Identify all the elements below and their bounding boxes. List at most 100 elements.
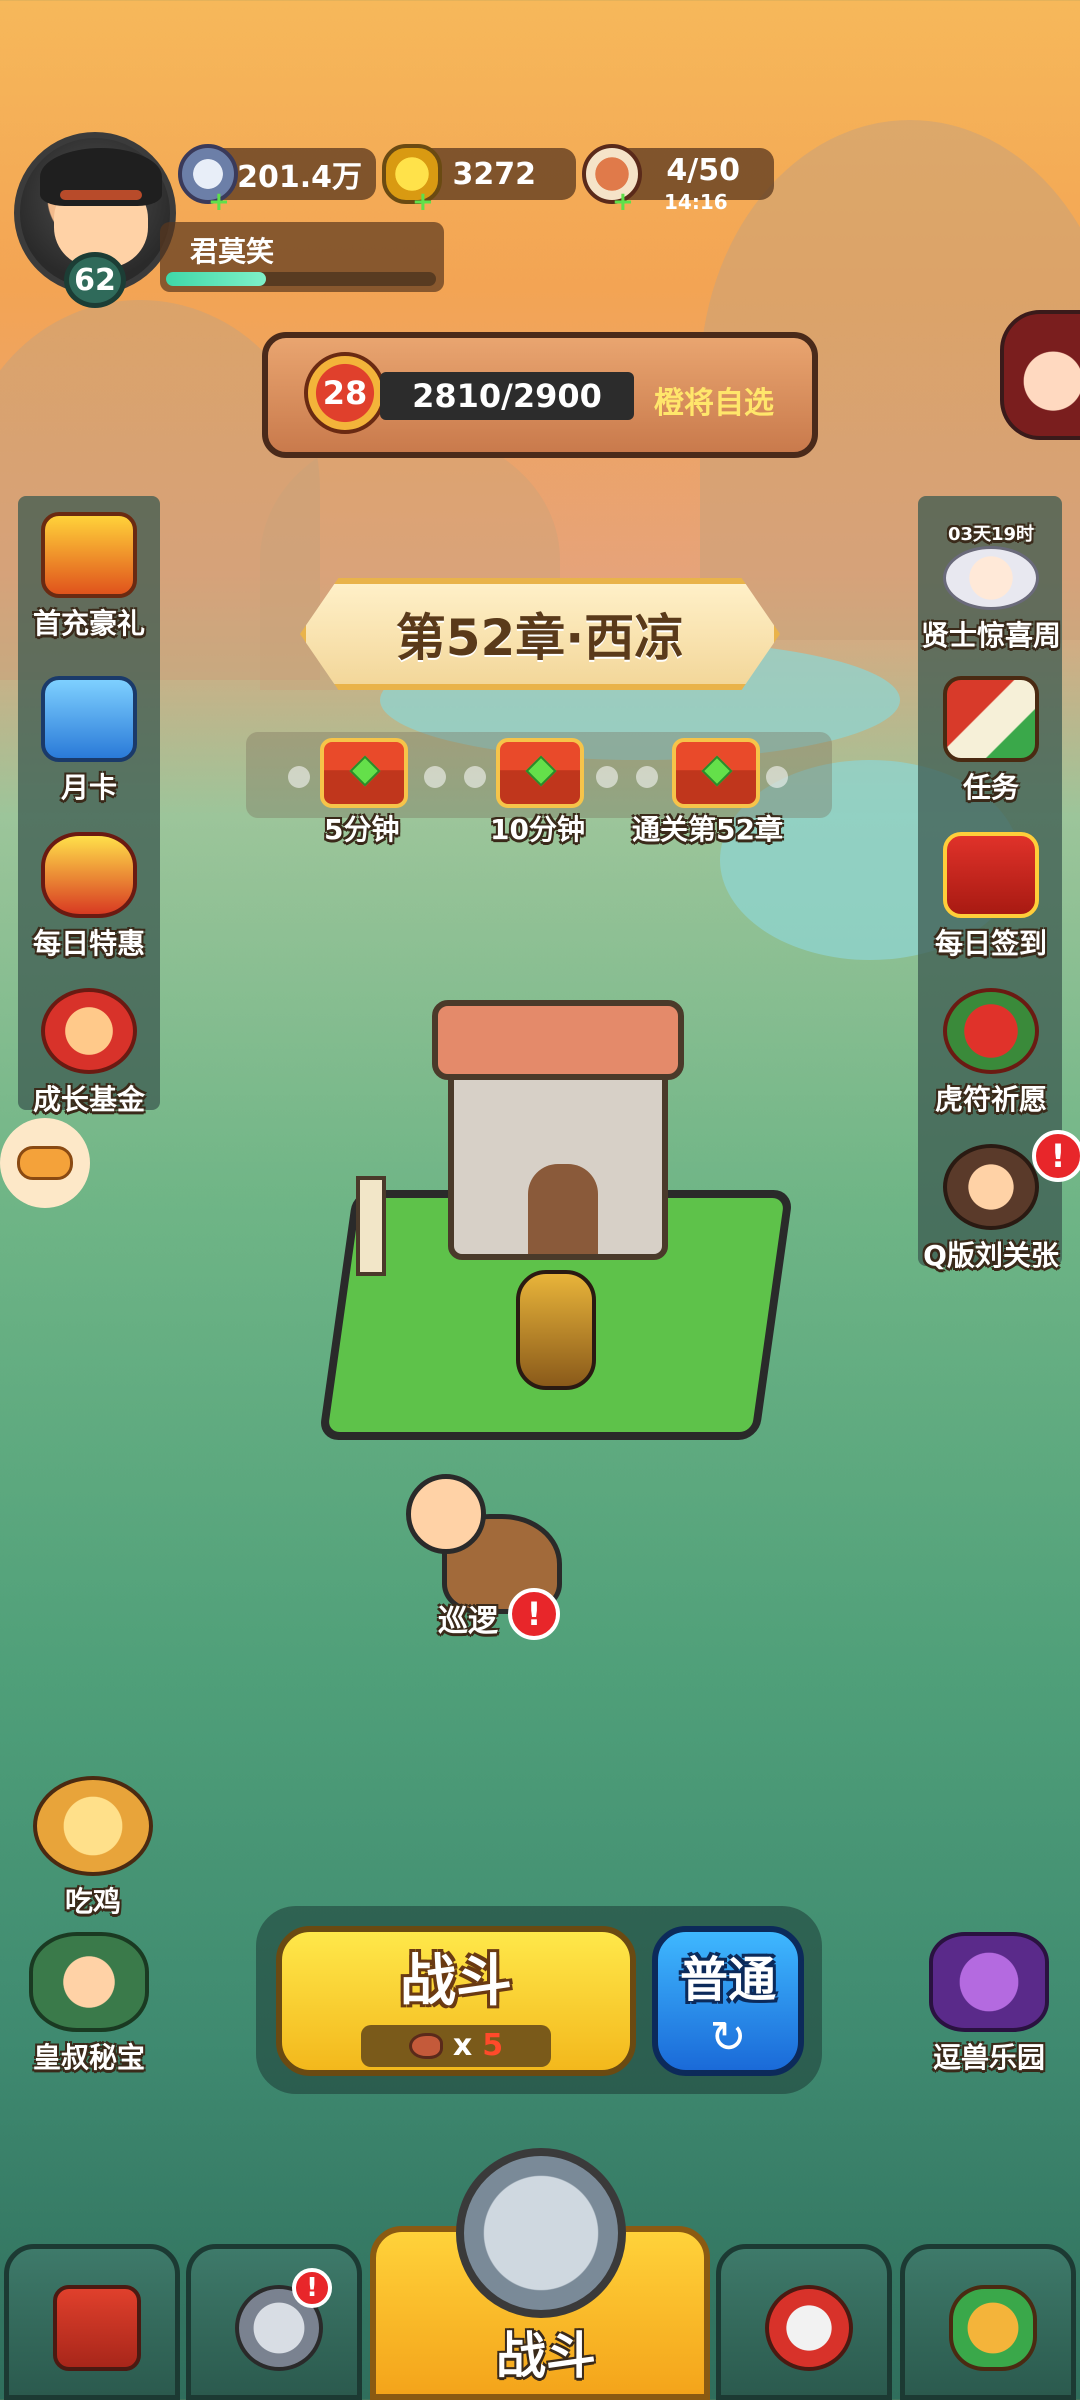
menu-sage-week-label: 贤士惊喜周 (920, 619, 1061, 652)
silver-amount: 1201.4万 (216, 160, 362, 195)
nav-tab-horn[interactable] (716, 2244, 892, 2400)
xp-bar (166, 272, 436, 286)
menu-uncle-treasure[interactable]: 皇叔秘宝 (14, 1932, 164, 2076)
nav-battle-label: 战斗 (496, 2327, 596, 2385)
menu-q-heroes-label: Q版刘关张 (923, 1239, 1059, 1272)
add-gold-icon[interactable]: + (412, 189, 434, 215)
xp-bar-fill (166, 272, 266, 286)
fight-button-label: 战斗 (400, 1948, 512, 2014)
level-medal-number: 28 (322, 374, 368, 412)
heroes-alert-badge: ! (292, 2268, 332, 2308)
patrol-alert-badge: ! (508, 1588, 560, 1640)
menu-monthly-card[interactable]: 月卡 (14, 676, 164, 806)
menu-chicken[interactable]: 吃鸡 (18, 1776, 168, 1920)
nav-tab-upgrade[interactable] (900, 2244, 1076, 2400)
add-silver-icon[interactable]: + (208, 189, 230, 215)
nav-tab-heroes[interactable] (186, 2244, 362, 2400)
track-dot (596, 766, 618, 788)
fist-upgrade-icon (949, 2285, 1037, 2371)
gift-bag-icon (41, 832, 137, 918)
chest-label-3: 通关第52章 (632, 813, 783, 846)
chest-label-2: 10分钟 (490, 813, 585, 846)
track-dot (636, 766, 658, 788)
silver-resource[interactable]: + 1201.4万 (178, 144, 376, 215)
fight-cost: x 5 (361, 2024, 551, 2067)
player-level-badge: 62 (64, 252, 126, 308)
fortress-gate (528, 1164, 598, 1254)
fight-button[interactable]: 战斗 x 5 (276, 1926, 636, 2076)
fight-cost-value: 5 (482, 2028, 504, 2063)
nav-tab-city[interactable] (4, 2244, 180, 2400)
menu-tiger-wish-label: 虎符祈愿 (934, 1083, 1047, 1116)
chapter-banner: 第52章·西凉 (300, 578, 780, 690)
beast-park-icon (929, 1932, 1049, 2032)
chest-reward-2[interactable] (496, 738, 584, 808)
fortress-roof (432, 1000, 684, 1080)
menu-beast-park-label: 逗兽乐园 (932, 2041, 1045, 2074)
difficulty-mode-label: 普通 (679, 1951, 776, 2008)
chapter-title: 第52章·西凉 (395, 609, 685, 667)
horn-stars-icon (765, 2285, 853, 2371)
track-dot (288, 766, 310, 788)
choose-hero-link[interactable]: 橙将自选 (654, 378, 774, 422)
gem-icon (525, 755, 557, 787)
menu-chicken-label: 吃鸡 (64, 1885, 121, 1918)
guard-soldier-icon (516, 1270, 596, 1390)
war-banner-icon (356, 1176, 386, 1276)
uncle-treasure-icon (29, 1932, 149, 2032)
track-dot (766, 766, 788, 788)
calendar-card-icon (41, 676, 137, 762)
level-progress-bar: 2810/2900 (380, 372, 634, 420)
track-dot (464, 766, 486, 788)
hero-trio-icon (943, 1144, 1039, 1230)
gold-amount: 3272 (452, 156, 537, 192)
menu-daily-deal[interactable]: 每日特惠 (14, 832, 164, 962)
q-heroes-alert-badge: ! (1032, 1130, 1080, 1182)
patrol-alert-text: ! (526, 1595, 542, 1633)
menu-beast-park[interactable]: 逗兽乐园 (914, 1932, 1064, 2076)
event-girl-icon[interactable] (1000, 310, 1080, 440)
menu-tasks[interactable]: 任务 (916, 676, 1066, 806)
level-reward-banner[interactable]: 28 2810/2900 橙将自选 (262, 332, 818, 458)
level-progress-text: 2810/2900 (412, 377, 602, 415)
chest-reward-1[interactable] (320, 738, 408, 808)
city-gate-icon (53, 2285, 141, 2371)
gamepad-icon[interactable] (0, 1118, 90, 1208)
fight-cost-prefix: x (452, 2028, 473, 2063)
gem-icon (701, 755, 733, 787)
chest-label-1: 5分钟 (324, 813, 400, 846)
menu-first-recharge-label: 首充豪礼 (32, 607, 145, 640)
menu-daily-signin[interactable]: 每日签到 (916, 832, 1066, 962)
sign-in-icon (943, 832, 1039, 918)
stamina-timer: 14:16 (664, 190, 728, 214)
menu-tiger-wish[interactable]: 虎符祈愿 (916, 988, 1066, 1118)
gold-resource[interactable]: + 3272 (382, 144, 576, 215)
gamepad-shape (17, 1146, 73, 1180)
menu-growth-fund-label: 成长基金 (32, 1083, 145, 1116)
gem-icon (349, 755, 381, 787)
battle-swords-icon (456, 2148, 626, 2318)
menu-growth-fund[interactable]: 成长基金 (14, 988, 164, 1118)
chicken-hero-icon (33, 1776, 153, 1876)
menu-tasks-label: 任务 (962, 771, 1019, 804)
chest-reward-3[interactable] (672, 738, 760, 808)
refresh-icon: ↻ (709, 2011, 747, 2063)
heroes-alert-text: ! (306, 2273, 318, 2303)
money-monkey-icon (41, 988, 137, 1074)
nav-tab-battle[interactable]: 战斗 (370, 2148, 710, 2400)
treasure-chest-icon (41, 512, 137, 598)
stamina-amount: 4/50 (666, 152, 740, 188)
patrol-label: 巡逻 (438, 1604, 498, 1639)
rider-icon (406, 1474, 486, 1554)
sage-portrait-icon (943, 546, 1039, 610)
menu-monthly-card-label: 月卡 (60, 771, 117, 804)
menu-sage-week[interactable]: 03天19时 贤士惊喜周 (916, 520, 1066, 654)
track-dot (424, 766, 446, 788)
menu-uncle-treasure-label: 皇叔秘宝 (32, 2041, 145, 2074)
level-medal-icon: 28 (304, 352, 386, 434)
fortress-building[interactable] (432, 1000, 684, 1260)
add-stamina-icon[interactable]: + (612, 189, 634, 215)
menu-first-recharge[interactable]: 首充豪礼 (14, 512, 164, 642)
q-heroes-alert-text: ! (1050, 1137, 1066, 1175)
difficulty-mode-button[interactable]: 普通 ↻ (652, 1926, 804, 2076)
